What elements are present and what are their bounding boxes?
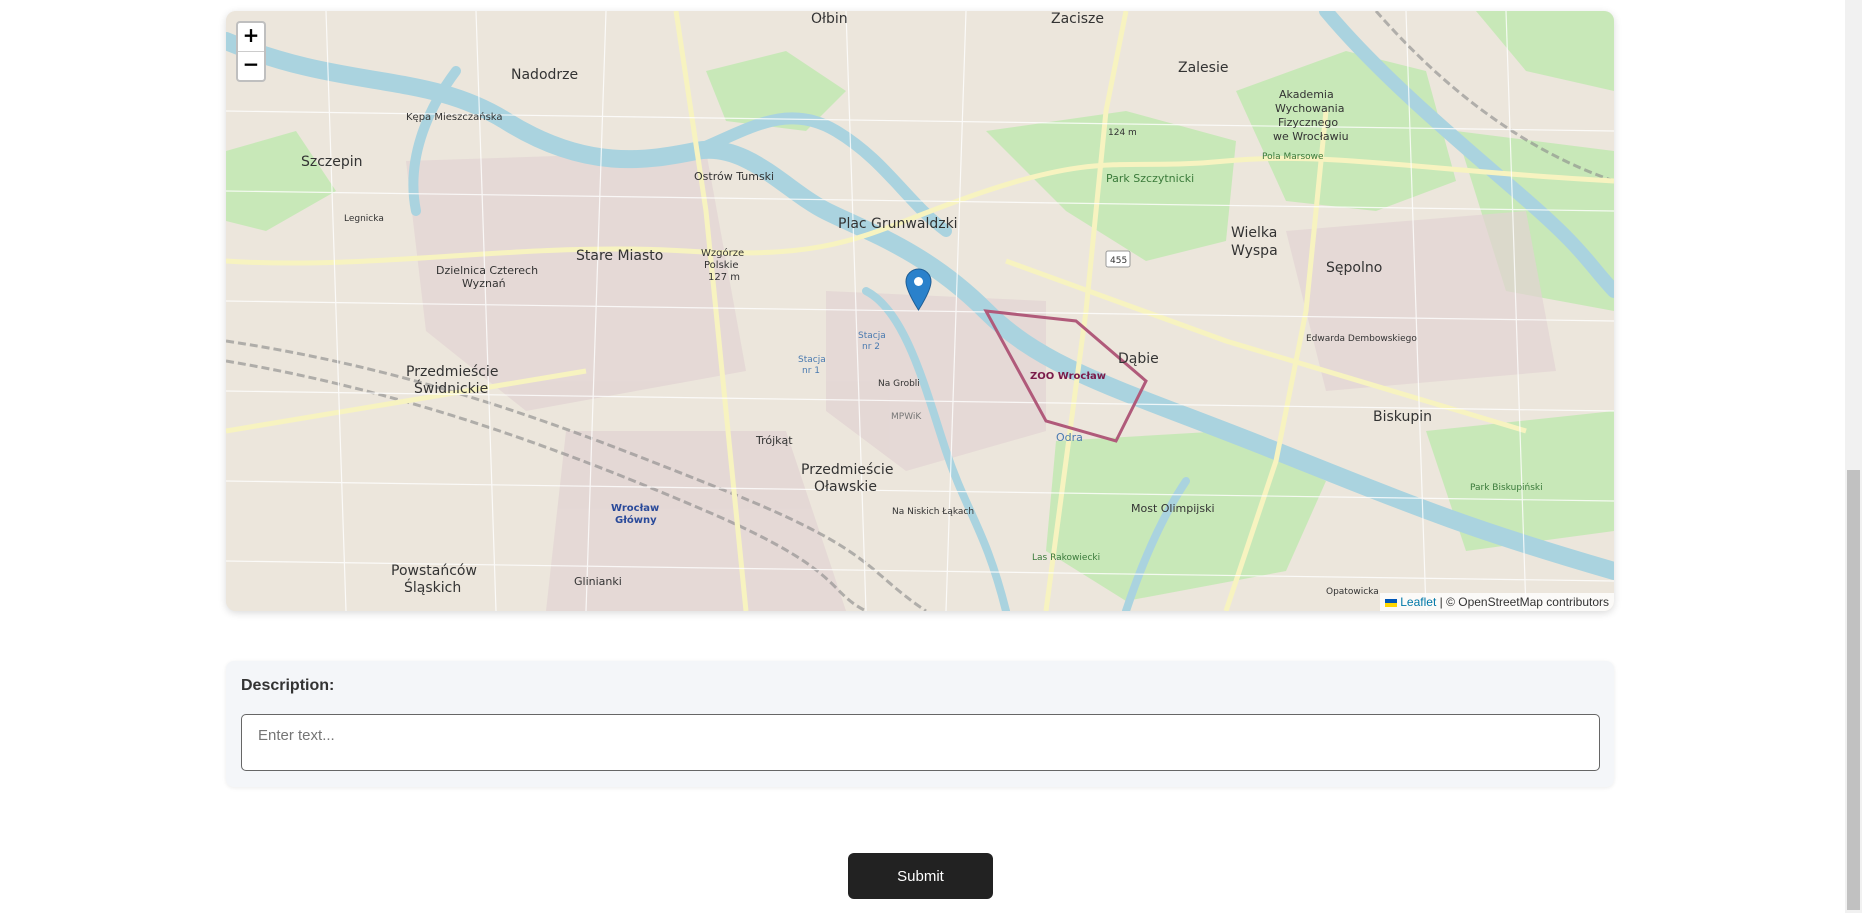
description-card: Description: [226, 661, 1614, 787]
map-label-trojkat: Trójkąt [755, 434, 793, 447]
map-label-przedmiescie-ol: Przedmieście [801, 462, 893, 478]
map-label-pola-marsowe: Pola Marsowe [1262, 152, 1324, 162]
map-label-park-biskupinski: Park Biskupiński [1470, 483, 1543, 493]
map-label-las-rakowiecki: Las Rakowiecki [1032, 553, 1100, 563]
map-label-przedmiescie-sw: Przedmieście [406, 364, 498, 380]
map-label-nadodrze: Nadodrze [511, 67, 578, 83]
map-label-zoo: ZOO Wrocław [1030, 371, 1106, 382]
map-label-akademia: Akademia [1279, 88, 1334, 101]
map-label-na-grobli: Na Grobli [878, 379, 920, 389]
map-label-sepolno: Sępolno [1326, 260, 1382, 276]
zoom-in-button[interactable]: + [238, 23, 264, 52]
map-label-ostrow: Ostrów Tumski [694, 170, 774, 183]
map-label-stacja-1: Stacja [798, 355, 826, 365]
map-label-plac-grunwaldzki: Plac Grunwaldzki [838, 216, 958, 232]
leaflet-link[interactable]: Leaflet [1400, 595, 1436, 609]
map-label-wychowania: Wychowania [1275, 102, 1344, 115]
map-label-opatowicka: Opatowicka [1326, 587, 1379, 597]
map-label-legnicka: Legnicka [344, 214, 384, 224]
ukraine-flag-icon [1385, 598, 1398, 607]
map-label-455: 455 [1110, 256, 1127, 266]
map-label-kepa: Kępa Mieszczańska [406, 111, 503, 123]
map-label-niskich-lakach: Na Niskich Łąkach [892, 507, 974, 517]
map-label-biskupin: Biskupin [1373, 409, 1432, 425]
map-label-fizycznego: Fizycznego [1278, 116, 1338, 129]
osm-attribution-text: © OpenStreetMap contributors [1446, 595, 1609, 609]
submit-button[interactable]: Submit [848, 853, 993, 899]
map-label-stare-miasto: Stare Miasto [576, 248, 663, 264]
zoom-control: + − [236, 21, 266, 82]
map-label-szczepin: Szczepin [301, 154, 363, 170]
map-label-most-olimpijski: Most Olimpijski [1131, 502, 1215, 515]
map-label-wyznan: Wyznań [462, 277, 506, 290]
map-label-wzgorze: Wzgórze [701, 247, 744, 259]
attribution-separator: | [1436, 595, 1447, 609]
map-label-glowny: Główny [615, 514, 657, 526]
map-label-slaskich: Śląskich [404, 578, 461, 596]
map-label-127m: 127 m [708, 272, 740, 283]
description-input[interactable] [241, 714, 1600, 771]
description-label: Description: [241, 677, 335, 694]
map-label-stacja-2: Stacja [858, 331, 886, 341]
map-label-nr-1: nr 1 [802, 366, 820, 376]
map-label-we-wroclawiu: we Wrocławiu [1273, 130, 1349, 143]
page-scrollbar[interactable] [1845, 0, 1862, 913]
map-label-dembowskiego: Edwarda Dembowskiego [1306, 334, 1417, 344]
map-label-zacisze: Zacisze [1051, 11, 1104, 27]
map-label-zalesie: Zalesie [1178, 60, 1228, 76]
map-label-124m: 124 m [1108, 128, 1137, 138]
map-attribution: Leaflet | © OpenStreetMap contributors [1380, 593, 1614, 611]
map-label-dabie: Dąbie [1118, 351, 1159, 367]
map-label-swidnickie: Świdnickie [414, 379, 488, 397]
map-label-park-szczytnicki: Park Szczytnicki [1106, 172, 1194, 185]
scrollbar-thumb[interactable] [1847, 470, 1860, 910]
map-label-olawskie: Oławskie [814, 479, 877, 495]
map[interactable]: Ołbin Zacisze Zalesie Nadodrze Kępa Mies… [226, 11, 1614, 611]
map-label-mpwik: MPWiK [891, 412, 922, 422]
map-label-powstancow: Powstańców [391, 563, 477, 579]
map-label-odra: Odra [1056, 431, 1083, 444]
map-tiles: Ołbin Zacisze Zalesie Nadodrze Kępa Mies… [226, 11, 1614, 611]
zoom-out-button[interactable]: − [238, 52, 264, 80]
map-label-nr-2: nr 2 [862, 342, 880, 352]
map-label-wielka-wyspa-2: Wyspa [1231, 243, 1278, 259]
map-label-olbin: Ołbin [811, 11, 848, 27]
map-label-polskie: Polskie [704, 260, 739, 271]
map-label-wroclaw-glowny: Wrocław [611, 503, 659, 514]
map-label-dzielnica: Dzielnica Czterech [436, 264, 538, 277]
map-label-wielka-wyspa: Wielka [1231, 225, 1277, 241]
map-label-glinianki: Glinianki [574, 575, 622, 588]
